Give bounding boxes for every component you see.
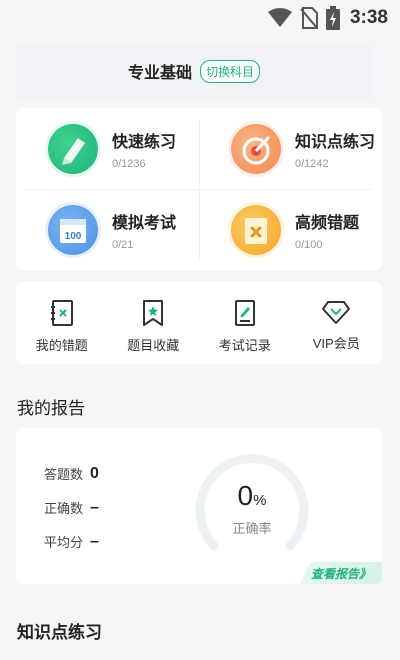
report-card: 答题数 0 正确数 – 平均分 – 0% 正确率 查看报告》	[16, 428, 382, 584]
practice-title: 高频错题	[295, 214, 360, 232]
correct-stat: 正确数 –	[44, 498, 99, 517]
practice-title: 快速练习	[112, 133, 177, 151]
my-wrong-questions-button[interactable]: 我的错题	[16, 282, 108, 364]
accuracy-label: 正确率	[232, 521, 272, 536]
status-time: 3:38	[349, 7, 388, 28]
record-edit-icon	[234, 300, 255, 326]
stat-value: –	[90, 532, 99, 550]
stat-value: 0	[90, 464, 99, 482]
subject-bar: 专业基础 切换科目	[16, 44, 372, 98]
practice-card: 快速练习 0/1236 知识点练习 0/1242 100 模拟考试 0/21 高…	[16, 108, 382, 270]
switch-subject-button[interactable]: 切换科目	[200, 59, 261, 83]
vip-diamond-icon	[322, 301, 351, 324]
practice-count: 0/100	[295, 238, 323, 251]
knowledge-practice-button[interactable]: 知识点练习 0/1242	[199, 108, 382, 189]
status-bar: 3:38	[0, 0, 400, 36]
vip-membership-button[interactable]: VIP会员	[291, 282, 383, 364]
favorites-button[interactable]: 题目收藏	[108, 282, 200, 364]
answered-stat: 答题数 0	[44, 464, 99, 483]
practice-count: 0/1236	[112, 157, 146, 170]
practice-count: 0/1242	[295, 157, 329, 170]
tool-label: 我的错题	[35, 338, 88, 353]
high-freq-errors-button[interactable]: 高频错题 0/100	[199, 189, 382, 270]
practice-title: 模拟考试	[112, 214, 177, 232]
subject-title: 专业基础	[127, 65, 192, 82]
stat-value: –	[90, 498, 99, 516]
error-book-icon	[231, 205, 281, 255]
wrong-notebook-icon	[50, 300, 73, 326]
accuracy-value: 0%	[192, 480, 312, 512]
battery-charging-icon	[325, 6, 340, 30]
bookmark-star-icon	[143, 300, 164, 326]
knowledge-section-title: 知识点练习	[17, 623, 102, 642]
tool-label: VIP会员	[312, 336, 360, 351]
accuracy-unit: %	[253, 492, 267, 509]
report-section-title: 我的报告	[17, 399, 85, 418]
tool-label: 考试记录	[218, 338, 271, 353]
calendar-100-icon: 100	[48, 205, 98, 255]
wifi-icon	[267, 8, 292, 27]
pencil-icon	[48, 124, 98, 174]
target-icon	[231, 124, 281, 174]
tool-label: 题目收藏	[127, 338, 180, 353]
mock-exam-button[interactable]: 100 模拟考试 0/21	[16, 189, 199, 270]
stat-label: 平均分	[44, 535, 84, 550]
avg-score-stat: 平均分 –	[44, 532, 99, 551]
accuracy-number: 0	[237, 480, 254, 511]
view-report-button[interactable]: 查看报告》	[300, 562, 382, 584]
exam-records-button[interactable]: 考试记录	[199, 282, 291, 364]
svg-text:100: 100	[65, 231, 82, 242]
practice-count: 0/21	[112, 238, 134, 251]
stat-label: 答题数	[44, 467, 84, 482]
tools-card: 我的错题 题目收藏 考试记录 VIP会员	[16, 282, 382, 364]
quick-practice-button[interactable]: 快速练习 0/1236	[16, 108, 199, 189]
practice-title: 知识点练习	[295, 133, 376, 151]
no-sim-icon	[300, 7, 318, 29]
stat-label: 正确数	[44, 501, 84, 516]
